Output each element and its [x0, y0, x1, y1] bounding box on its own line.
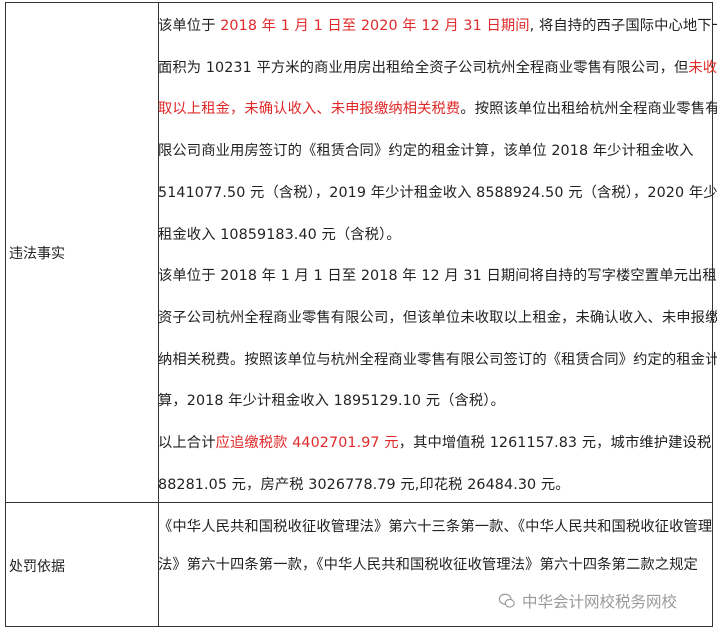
text-line: 租金收入 10859183.40 元（含税）。 — [158, 225, 401, 245]
text-line: 纳相关税费。按照该单位与杭州全程商业零售有限公司签订的《租赁合同》约定的租金计 — [158, 350, 717, 370]
text-line: 取以上租金，未确认收入、未申报缴纳相关税费。按照该单位出租给杭州全程商业零售有 — [158, 99, 717, 119]
text-line: 法》第六十四条第一款，《中华人民共和国税收征收管理法》第六十四条第二款之规定 — [158, 555, 698, 575]
wechat-icon — [498, 593, 515, 608]
text-segment: 租金收入 10859183.40 元（含税）。 — [158, 226, 401, 243]
text-segment: 5141077.50 元（含税），2019 年少计租金收入 8588924.50… — [158, 184, 717, 201]
row-divider — [6, 502, 712, 503]
text-line: 该单位于 2018 年 1 月 1 日至 2018 年 12 月 31 日期间将… — [158, 266, 717, 286]
watermark-text: 中华会计网校税务网校 — [522, 593, 678, 611]
text-segment: 该单位于 2018 年 1 月 1 日至 2018 年 12 月 31 日期间将… — [158, 268, 717, 285]
text-segment: , 将自持的西子国际中心地下一层 — [529, 18, 717, 34]
text-segment: 88281.05 元，房产税 3026778.79 元,印花税 26484.30… — [158, 476, 570, 493]
text-line: 该单位于 2018 年 1 月 1 日至 2020 年 12 月 31 日期间,… — [158, 16, 717, 36]
highlighted-text: 取以上租金，未确认收入、未申报缴纳相关税费 — [158, 101, 461, 118]
text-line: 面积为 10231 平方米的商业用房出租给全资子公司杭州全程商业零售有限公司，但… — [158, 58, 717, 78]
row-label: 处罚依据 — [9, 559, 65, 575]
text-line: 资子公司杭州全程商业零售有限公司，但该单位未收取以上租金，未确认收入、未申报缴 — [158, 308, 717, 328]
text-line: 以上合计应追缴税款 4402701.97 元，其中增值税 1261157.83 … — [158, 433, 711, 453]
text-line: 88281.05 元，房产税 3026778.79 元,印花税 26484.30… — [158, 475, 570, 495]
text-segment: 《中华人民共和国税收征收管理法》第六十三条第一款、《中华人民共和国税收征收管理 — [158, 519, 713, 535]
text-segment: ，其中增值税 1261157.83 元，城市维护建设税 — [398, 435, 712, 451]
text-segment: 面积为 10231 平方米的商业用房出租给全资子公司杭州全程商业零售有限公司，但 — [158, 59, 689, 76]
highlighted-text: 2018 年 1 月 1 日至 2020 年 12 月 31 日期间 — [220, 18, 530, 34]
text-line: 5141077.50 元（含税），2019 年少计租金收入 8588924.50… — [158, 183, 717, 203]
text-segment: 法》第六十四条第一款，《中华人民共和国税收征收管理法》第六十四条第二款之规定 — [158, 557, 698, 573]
text-segment: 限公司商业用房签订的《租赁合同》约定的租金计算，该单位 2018 年少计租金收入 — [158, 143, 694, 160]
text-segment: 该单位于 — [158, 18, 221, 34]
row-label: 违法事实 — [9, 246, 65, 262]
text-segment: 资子公司杭州全程商业零售有限公司，但该单位未收取以上租金，未确认收入、未申报缴 — [158, 309, 717, 326]
text-line: 算，2018 年少计租金收入 1895129.10 元（含税）。 — [158, 391, 505, 411]
text-segment: 纳相关税费。按照该单位与杭州全程商业零售有限公司签订的《租赁合同》约定的租金计 — [158, 351, 717, 368]
text-segment: 。按照该单位出租给杭州全程商业零售有 — [460, 101, 717, 118]
watermark: 中华会计网校税务网校 — [498, 590, 677, 612]
highlighted-text: 未收 — [688, 59, 717, 76]
text-line: 《中华人民共和国税收征收管理法》第六十三条第一款、《中华人民共和国税收征收管理 — [158, 517, 712, 537]
text-line: 限公司商业用房签订的《租赁合同》约定的租金计算，该单位 2018 年少计租金收入 — [158, 141, 694, 161]
text-segment: 以上合计 — [158, 435, 216, 451]
highlighted-text: 应追缴税款 4402701.97 元 — [215, 435, 399, 451]
text-segment: 算，2018 年少计租金收入 1895129.10 元（含税）。 — [158, 393, 505, 410]
